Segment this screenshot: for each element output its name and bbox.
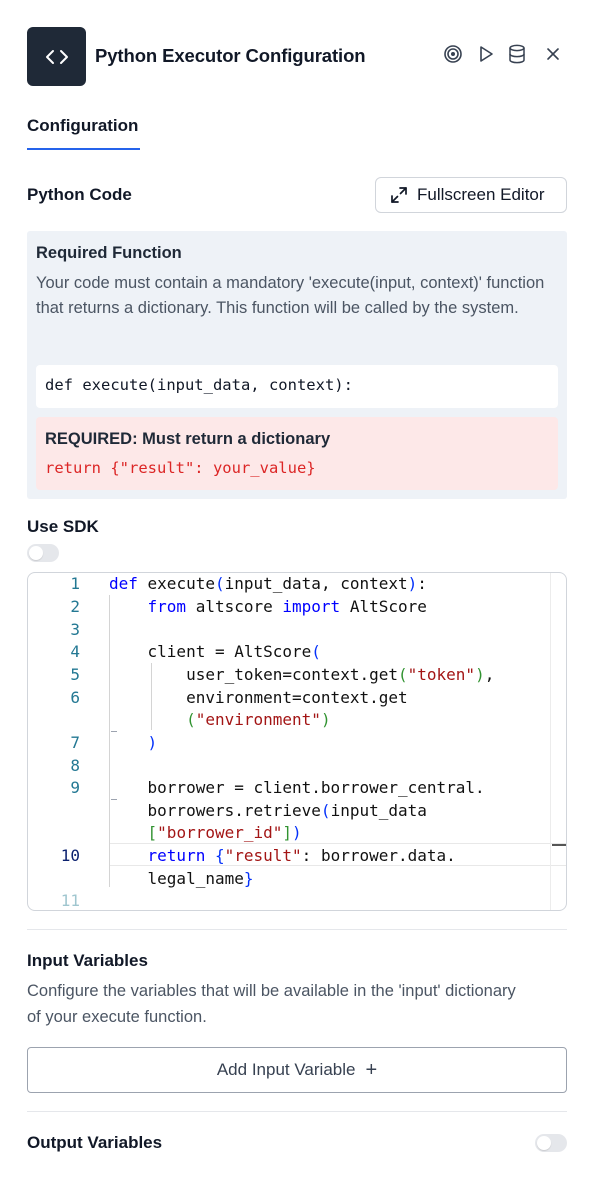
play-icon[interactable] (475, 43, 497, 65)
line-number: 7 (70, 733, 80, 752)
code-line-wrap: ["borrower_id"]) (147, 823, 302, 842)
toggle-knob (537, 1136, 551, 1150)
expand-icon (391, 187, 407, 203)
code-line-wrap: legal_name} (109, 869, 254, 888)
code-line: from altscore import AltScore (147, 597, 427, 616)
required-function-title: Required Function (36, 244, 182, 262)
line-number: 9 (70, 778, 80, 797)
line-number: 3 (70, 620, 80, 639)
code-line: user_token=context.get("token"), (109, 665, 495, 684)
line-number: 1 (70, 574, 80, 593)
code-line-wrap: borrowers.retrieve(input_data (109, 801, 427, 820)
code-editor[interactable]: 1 2 3 4 5 6 7 8 9 10 11 def execute(inpu… (27, 572, 567, 911)
python-code-label: Python Code (27, 185, 132, 204)
code-line-wrap: ("environment") (186, 710, 331, 729)
line-number: 5 (70, 665, 80, 684)
divider (27, 929, 567, 930)
active-tab-indicator (27, 148, 140, 150)
output-variables-title: Output Variables (27, 1133, 163, 1152)
python-executor-panel: Python Executor Configuration Configurat… (0, 0, 594, 1186)
input-variables-description: Configure the variables that will be ava… (27, 982, 516, 1026)
function-signature: def execute(input_data, context): (36, 365, 558, 408)
input-variables-title: Input Variables (27, 951, 148, 970)
line-number: 6 (70, 688, 80, 707)
output-variables-toggle[interactable] (535, 1134, 567, 1152)
use-sdk-label: Use SDK (27, 517, 99, 536)
wrap-marker (111, 731, 117, 732)
code-line: client = AltScore( (109, 642, 321, 661)
editor-scrollbar[interactable] (550, 573, 551, 910)
required-function-box: Required Function Your code must contain… (27, 231, 567, 499)
add-input-variable-label: Add Input Variable (216, 1060, 356, 1079)
line-number-current: 10 (60, 846, 80, 865)
code-line: return {"result": borrower.data. (147, 846, 456, 865)
tab-configuration[interactable]: Configuration (27, 114, 138, 151)
required-function-description: Your code must contain a mandatory 'exec… (36, 274, 545, 317)
toggle-knob (29, 546, 43, 560)
code-line: ) (147, 733, 158, 752)
required-return-title: REQUIRED: Must return a dictionary (45, 430, 331, 448)
page-title: Python Executor Configuration (95, 45, 366, 66)
add-input-variable-button[interactable]: Add Input Variable + (27, 1047, 567, 1093)
target-icon[interactable] (442, 43, 464, 65)
code-icon (27, 27, 86, 86)
code-line: borrower = client.borrower_central. (109, 778, 485, 797)
required-return-box: REQUIRED: Must return a dictionary retur… (36, 417, 558, 490)
line-number: 8 (70, 756, 80, 775)
close-icon[interactable] (542, 43, 564, 65)
required-return-code: return {"result": your_value} (45, 459, 316, 477)
database-icon[interactable] (506, 43, 528, 65)
fullscreen-editor-button[interactable]: Fullscreen Editor (375, 177, 567, 213)
line-number: 2 (70, 597, 80, 616)
plus-icon: + (365, 1059, 378, 1081)
wrap-marker (111, 799, 117, 800)
line-number: 4 (70, 642, 80, 661)
line-number: 11 (60, 891, 80, 910)
code-line: def execute(input_data, context): (109, 574, 427, 593)
overview-ruler-cursor (552, 844, 566, 846)
divider (27, 1111, 567, 1112)
code-line: environment=context.get (109, 688, 408, 707)
use-sdk-toggle[interactable] (27, 544, 59, 562)
panel-header: Python Executor Configuration (27, 27, 567, 86)
fullscreen-editor-label: Fullscreen Editor (417, 185, 545, 204)
